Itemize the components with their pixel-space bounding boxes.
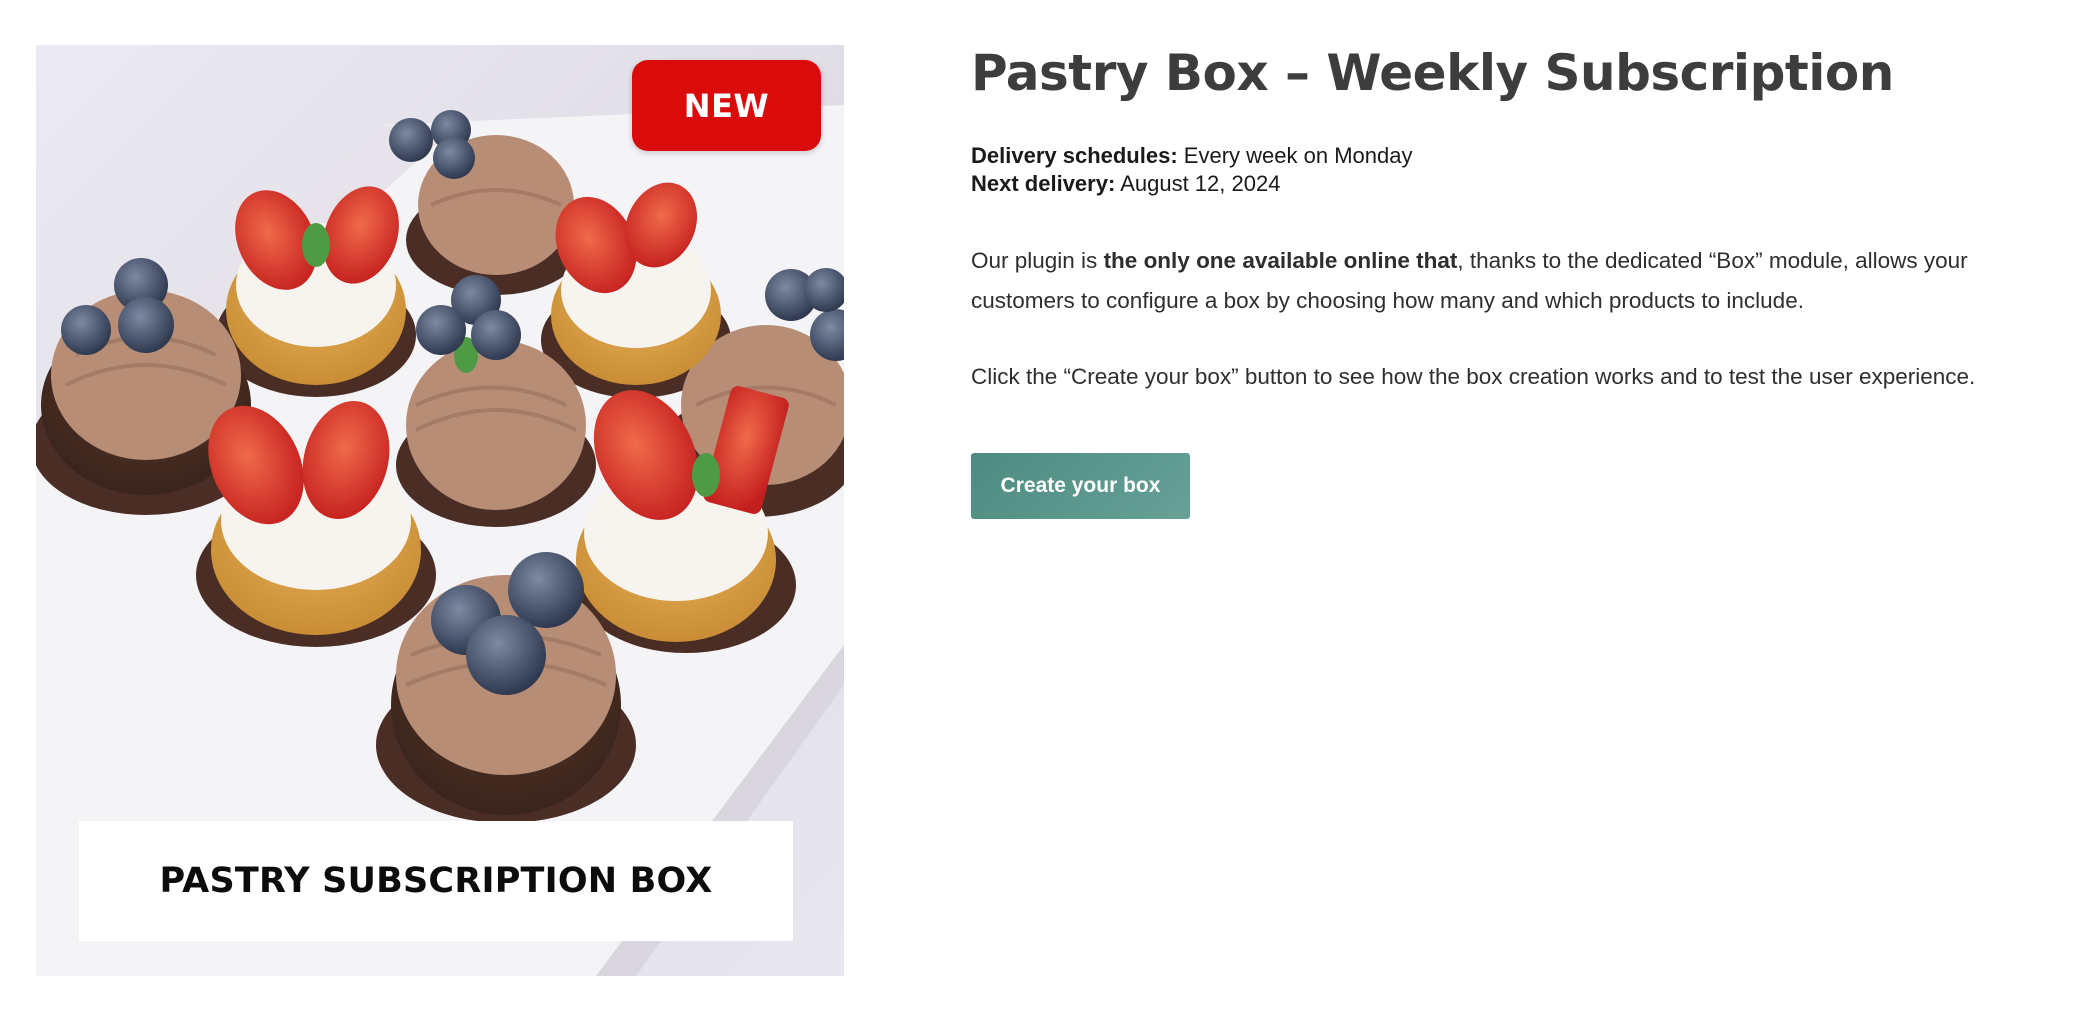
next-delivery-value: August 12, 2024 bbox=[1120, 171, 1281, 196]
delivery-schedule-row: Delivery schedules: Every week on Monday bbox=[971, 142, 2071, 170]
delivery-info: Delivery schedules: Every week on Monday… bbox=[971, 142, 2071, 198]
image-caption-panel: PASTRY SUBSCRIPTION BOX bbox=[79, 821, 793, 941]
create-your-box-button[interactable]: Create your box bbox=[971, 452, 1190, 519]
next-delivery-row: Next delivery: August 12, 2024 bbox=[971, 170, 2071, 198]
description-emphasis: the only one available online that bbox=[1103, 248, 1458, 273]
product-description: Our plugin is the only one available onl… bbox=[971, 241, 2061, 321]
product-image: NEW PASTRY SUBSCRIPTION BOX bbox=[36, 45, 844, 976]
new-badge: NEW bbox=[632, 60, 821, 151]
next-delivery-label: Next delivery: bbox=[971, 171, 1116, 196]
product-details: Pastry Box – Weekly Subscription Deliver… bbox=[971, 40, 2071, 519]
description-prefix: Our plugin is bbox=[971, 248, 1104, 273]
page-title: Pastry Box – Weekly Subscription bbox=[971, 44, 1894, 102]
box-instruction: Click the “Create your box” button to se… bbox=[971, 364, 1976, 389]
delivery-schedule-label: Delivery schedules: bbox=[971, 143, 1178, 168]
delivery-schedule-value: Every week on Monday bbox=[1183, 143, 1413, 168]
image-caption: PASTRY SUBSCRIPTION BOX bbox=[159, 861, 713, 901]
